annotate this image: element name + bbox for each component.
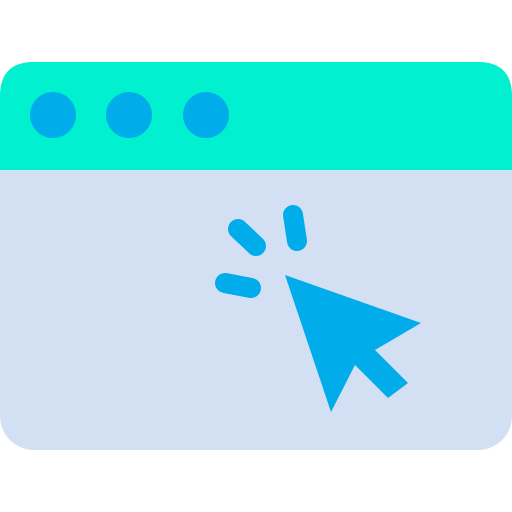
click-mark-upper-left xyxy=(228,219,266,256)
icon-canvas xyxy=(0,0,512,512)
browser-title-bar xyxy=(0,62,512,170)
click-mark-left xyxy=(215,273,261,298)
window-dot-1 xyxy=(30,92,76,138)
window-dot-3 xyxy=(183,92,229,138)
window-dot-2 xyxy=(106,92,152,138)
browser-click-illustration xyxy=(0,62,512,450)
click-mark-top xyxy=(283,205,307,251)
